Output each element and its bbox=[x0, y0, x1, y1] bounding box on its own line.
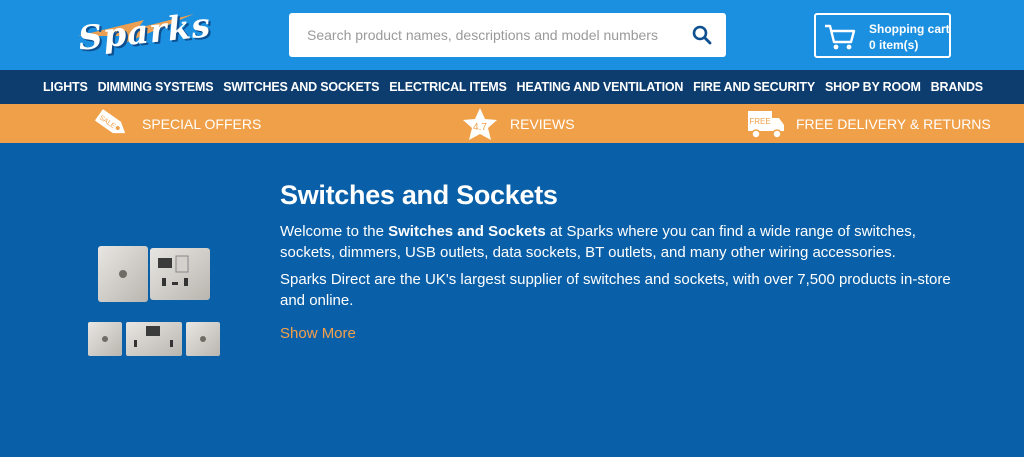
promo-strip: SALE SPECIAL OFFERS 4.7 REVIEWS FREE FRE… bbox=[0, 104, 1024, 143]
supplier-paragraph: Sparks Direct are the UK's largest suppl… bbox=[280, 271, 951, 309]
nav-item-switches-and-sockets[interactable]: SWITCHES AND SOCKETS bbox=[223, 80, 379, 94]
reviews-label: REVIEWS bbox=[510, 115, 575, 132]
sparks-logo[interactable]: Sparks bbox=[74, 5, 212, 58]
rating-badge-text: 4.7 bbox=[473, 122, 487, 133]
free-badge-text: FREE bbox=[749, 117, 770, 126]
nav-item-electrical-items[interactable]: ELECTRICAL ITEMS bbox=[389, 80, 507, 94]
delivery-truck-icon: FREE bbox=[748, 110, 784, 139]
nav-item-shop-by-room[interactable]: SHOP BY ROOM bbox=[825, 80, 921, 94]
nav-item-brands[interactable]: BRANDS bbox=[931, 80, 983, 94]
category-intro: Switches and Sockets Welcome to the Swit… bbox=[280, 180, 970, 343]
switches-sockets-product-image bbox=[88, 246, 220, 356]
search-input[interactable] bbox=[307, 13, 687, 57]
shopping-cart-button[interactable]: Shopping cart 0 item(s) bbox=[814, 13, 951, 58]
page-title: Switches and Sockets bbox=[280, 180, 558, 210]
top-header: Sparks Shopping cart 0 item(s) bbox=[0, 0, 1024, 70]
show-more-link[interactable]: Show More bbox=[280, 325, 356, 342]
shopping-cart-icon bbox=[825, 24, 856, 50]
search-bar bbox=[289, 13, 726, 57]
nav-item-dimming-systems[interactable]: DIMMING SYSTEMS bbox=[98, 80, 214, 94]
nav-item-lights[interactable]: LIGHTS bbox=[43, 80, 88, 94]
main-navigation: LIGHTS DIMMING SYSTEMS SWITCHES AND SOCK… bbox=[0, 70, 1024, 104]
cart-item-count: 0 item(s) bbox=[869, 38, 919, 52]
special-offers-label: SPECIAL OFFERS bbox=[142, 115, 262, 132]
search-icon[interactable] bbox=[692, 25, 712, 45]
star-rating-icon: 4.7 bbox=[463, 107, 497, 140]
intro-paragraph: Welcome to the Switches and Sockets at S… bbox=[280, 221, 970, 263]
cart-title: Shopping cart bbox=[869, 22, 950, 36]
free-delivery-link[interactable]: FREE FREE DELIVERY & RETURNS bbox=[746, 104, 991, 143]
intro-bold: Switches and Sockets bbox=[388, 223, 546, 240]
nav-item-heating-and-ventilation[interactable]: HEATING AND VENTILATION bbox=[517, 80, 684, 94]
nav-item-fire-and-security[interactable]: FIRE AND SECURITY bbox=[693, 80, 815, 94]
sale-tag-icon: SALE bbox=[94, 108, 126, 133]
intro-prefix: Welcome to the bbox=[280, 223, 389, 240]
reviews-link[interactable]: 4.7 REVIEWS bbox=[460, 104, 575, 143]
free-delivery-label: FREE DELIVERY & RETURNS bbox=[796, 115, 991, 132]
special-offers-link[interactable]: SALE SPECIAL OFFERS bbox=[92, 104, 261, 143]
